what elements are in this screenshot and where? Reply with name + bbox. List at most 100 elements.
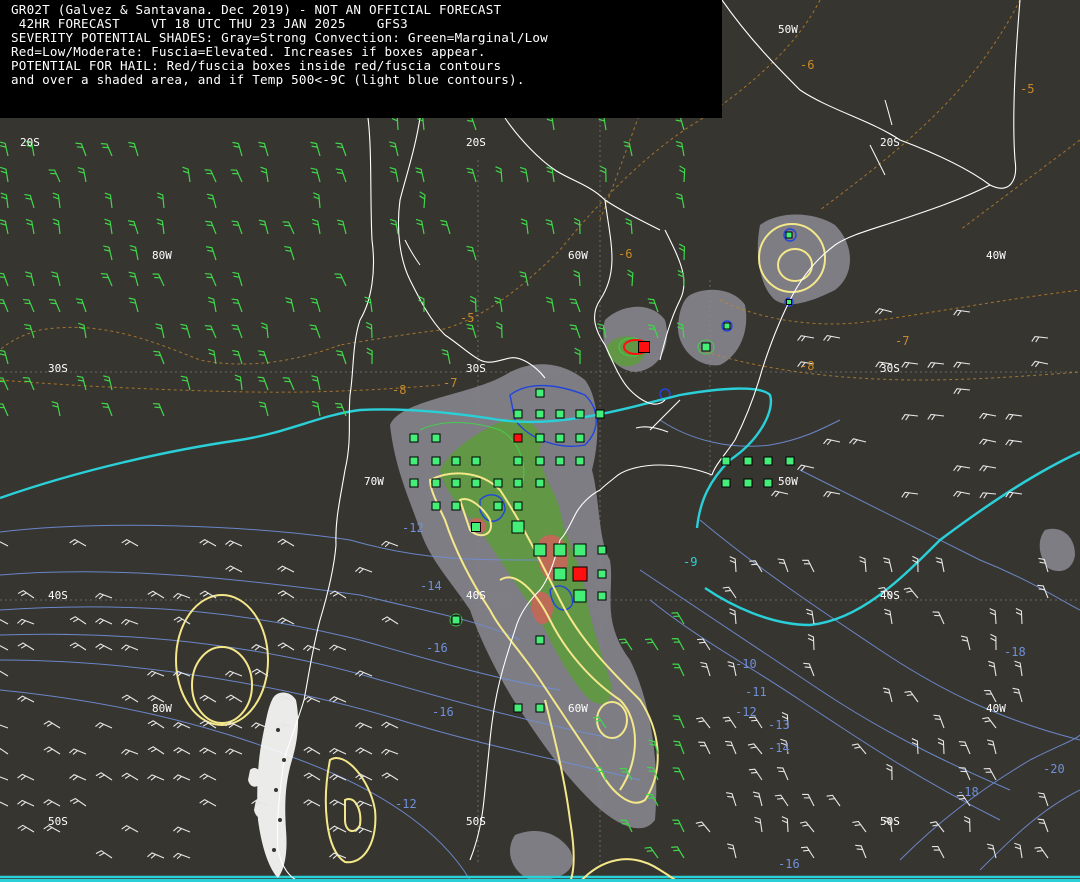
severity-box-green <box>763 478 773 488</box>
severity-box-green <box>409 456 419 466</box>
severity-box-green <box>535 409 545 419</box>
severity-box-green <box>597 591 607 601</box>
header-line-title: GR02T (Galvez & Santavana. Dec 2019) - N… <box>11 2 502 17</box>
lat-label-30s-mid: 30S <box>466 362 486 375</box>
contour-label: -18 <box>1004 645 1026 659</box>
forecast-header: GR02T (Galvez & Santavana. Dec 2019) - N… <box>0 0 722 118</box>
severity-box-green <box>513 456 523 466</box>
severity-box-green <box>763 456 773 466</box>
severity-box-green <box>513 409 523 419</box>
contour-label: -12 <box>735 705 757 719</box>
contour-label: -20 <box>1043 762 1065 776</box>
header-line-hail-2: and over a shaded area, and if Temp 500<… <box>11 72 525 87</box>
severity-box-green <box>513 703 523 713</box>
lat-label-20s-right: 20S <box>880 136 900 149</box>
severity-box-green <box>555 456 565 466</box>
lat-label-50s-left: 50S <box>48 815 68 828</box>
severity-box-green <box>535 703 545 713</box>
contour-label: -7 <box>895 334 909 348</box>
contour-label-minus9: -9 <box>683 555 697 569</box>
severity-box-green <box>431 456 441 466</box>
severity-box-green <box>721 456 731 466</box>
contour-label: -6 <box>800 58 814 72</box>
severity-box-green <box>535 388 545 398</box>
contour-label: -6 <box>618 247 632 261</box>
lat-label-50s-right: 50S <box>880 815 900 828</box>
severity-box-green <box>555 409 565 419</box>
severity-box-green <box>471 522 481 532</box>
contour-label: -7 <box>443 376 457 390</box>
severity-box-red <box>638 341 650 353</box>
severity-box-green <box>471 478 481 488</box>
contour-label: -5 <box>1020 82 1034 96</box>
contour-label: -11 <box>745 685 767 699</box>
severity-box-green <box>575 456 585 466</box>
severity-box-green <box>555 433 565 443</box>
lon-label-40w-a: 40W <box>986 249 1006 262</box>
severity-box-green <box>513 478 523 488</box>
contour-label: -18 <box>957 785 979 799</box>
severity-box-green <box>553 567 567 581</box>
severity-box-green <box>785 231 793 239</box>
severity-box-green <box>409 478 419 488</box>
lat-label-20s-left: 20S <box>20 136 40 149</box>
severity-box-green <box>723 322 731 330</box>
severity-box-green <box>575 409 585 419</box>
lon-label-80w-a: 80W <box>152 249 172 262</box>
severity-box-green <box>431 478 441 488</box>
severity-box-green <box>786 299 792 305</box>
contour-label: -16 <box>778 857 800 871</box>
severity-box-green <box>533 543 547 557</box>
severity-box-green <box>451 501 461 511</box>
contour-label: -13 <box>768 718 790 732</box>
severity-box-green <box>471 456 481 466</box>
forecast-map: 50W 20S 20S 20S 80W 60W 40W 30S 30S 30S … <box>0 0 1080 882</box>
contour-label: -8 <box>800 359 814 373</box>
severity-box-green <box>409 433 419 443</box>
lat-label-40s-mid: 40S <box>466 589 486 602</box>
severity-box-green <box>535 456 545 466</box>
lon-label-70w-b: 70W <box>364 475 384 488</box>
contour-label: -14 <box>420 579 442 593</box>
lat-label-40s-right: 40S <box>880 589 900 602</box>
header-line-hail: POTENTIAL FOR HAIL: Red/fuscia boxes ins… <box>11 58 502 73</box>
severity-box-green <box>573 543 587 557</box>
contour-label: -5 <box>460 311 474 325</box>
contour-label: -14 <box>768 741 790 755</box>
severity-box-green <box>431 433 441 443</box>
severity-box-green <box>743 456 753 466</box>
severity-box-red <box>572 566 588 582</box>
lat-label-30s-left: 30S <box>48 362 68 375</box>
lat-label-20s-mid: 20S <box>466 136 486 149</box>
lon-label-60w-a: 60W <box>568 249 588 262</box>
lon-label-80w-c: 80W <box>152 702 172 715</box>
severity-box-green <box>493 501 503 511</box>
severity-box-green <box>431 501 441 511</box>
severity-box-green <box>493 478 503 488</box>
contour-label: -12 <box>395 797 417 811</box>
severity-box-green <box>451 478 461 488</box>
header-line-severity: SEVERITY POTENTIAL SHADES: Gray=Strong C… <box>11 30 548 45</box>
contour-label: -16 <box>432 705 454 719</box>
severity-box-green <box>721 478 731 488</box>
severity-box-green <box>595 409 605 419</box>
severity-box-green <box>573 589 587 603</box>
severity-box-green <box>535 478 545 488</box>
lat-label-40s-left: 40S <box>48 589 68 602</box>
severity-box-green <box>511 520 525 534</box>
severity-box-green <box>535 635 545 645</box>
severity-box-green <box>451 615 461 625</box>
lon-label-50w-top: 50W <box>778 23 798 36</box>
severity-box-green <box>535 433 545 443</box>
severity-box-green <box>597 569 607 579</box>
contour-label: -12 <box>402 521 424 535</box>
severity-box-green <box>743 478 753 488</box>
header-line-valid-time: 42HR FORECAST VT 18 UTC THU 23 JAN 2025 … <box>11 16 408 31</box>
lon-label-50w-b: 50W <box>778 475 798 488</box>
header-line-severity-2: Red=Low/Moderate: Fuscia=Elevated. Incre… <box>11 44 486 59</box>
lon-label-60w-c: 60W <box>568 702 588 715</box>
lat-label-50s-mid: 50S <box>466 815 486 828</box>
severity-box-green <box>597 545 607 555</box>
severity-box-green <box>451 456 461 466</box>
contour-label: -8 <box>392 383 406 397</box>
